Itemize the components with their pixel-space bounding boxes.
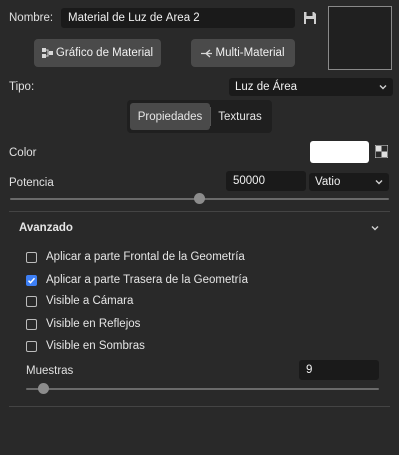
- color-label: Color: [9, 147, 37, 159]
- multi-material-button[interactable]: Multi-Material: [191, 39, 295, 67]
- power-label: Potencia: [9, 177, 54, 189]
- type-select[interactable]: Luz de Área: [229, 78, 393, 96]
- material-graph-label: Gráfico de Material: [55, 47, 154, 59]
- power-unit-select[interactable]: Vatio: [309, 173, 389, 191]
- color-swatch[interactable]: [310, 141, 369, 163]
- checkmark-icon: [27, 277, 36, 284]
- chevron-down-icon: [379, 85, 387, 90]
- advanced-section-title: Avanzado: [19, 222, 73, 234]
- samples-input[interactable]: [299, 360, 379, 380]
- samples-label: Muestras: [26, 365, 74, 377]
- option-label: Aplicar a parte Trasera de la Geometría: [46, 274, 248, 286]
- checkbox-visible-shadows[interactable]: [26, 340, 37, 352]
- type-label: Tipo:: [9, 81, 35, 93]
- power-unit-value: Vatio: [315, 176, 341, 188]
- chevron-down-icon: [375, 180, 383, 185]
- checkbox-visible-reflections[interactable]: [26, 318, 37, 330]
- checkbox-visible-camera[interactable]: [26, 295, 37, 307]
- section-divider: [9, 406, 390, 407]
- power-input[interactable]: [226, 171, 306, 191]
- option-label: Aplicar a parte Frontal de la Geometría: [46, 251, 245, 263]
- option-visible-shadows[interactable]: Visible en Sombras: [26, 340, 145, 352]
- tab-bar: Propiedades Texturas: [127, 100, 272, 133]
- material-name-input[interactable]: [61, 8, 295, 28]
- checkbox-back-geometry[interactable]: [26, 274, 37, 286]
- name-label: Nombre:: [9, 12, 54, 24]
- material-preview: [328, 6, 392, 70]
- samples-slider-thumb[interactable]: [38, 383, 49, 394]
- option-label: Visible en Sombras: [46, 340, 145, 352]
- option-visible-camera[interactable]: Visible a Cámara: [26, 295, 133, 307]
- option-label: Visible en Reflejos: [46, 318, 141, 330]
- multi-material-icon: [201, 49, 213, 57]
- save-icon[interactable]: [302, 10, 318, 26]
- option-label: Visible a Cámara: [46, 295, 134, 307]
- checkbox-front-geometry[interactable]: [26, 251, 37, 263]
- tab-propiedades[interactable]: Propiedades: [130, 103, 210, 130]
- samples-slider-track[interactable]: [26, 388, 379, 390]
- chevron-down-icon: [371, 226, 379, 231]
- option-visible-reflections[interactable]: Visible en Reflejos: [26, 318, 140, 330]
- multi-material-label: Multi-Material: [215, 47, 285, 59]
- texture-checker-icon[interactable]: [374, 144, 389, 159]
- advanced-collapse-toggle[interactable]: [369, 222, 381, 234]
- type-select-value: Luz de Área: [235, 81, 298, 93]
- option-back-geometry[interactable]: Aplicar a parte Trasera de la Geometría: [26, 274, 248, 286]
- node-graph-icon: [41, 48, 53, 58]
- material-graph-button[interactable]: Gráfico de Material: [34, 39, 161, 67]
- option-front-geometry[interactable]: Aplicar a parte Frontal de la Geometría: [26, 251, 245, 263]
- power-slider-thumb[interactable]: [194, 193, 205, 204]
- save-icon-graphic: [304, 12, 316, 24]
- tab-texturas[interactable]: Texturas: [211, 103, 269, 130]
- checker-icon-graphic: [374, 144, 389, 159]
- section-divider: [9, 211, 390, 212]
